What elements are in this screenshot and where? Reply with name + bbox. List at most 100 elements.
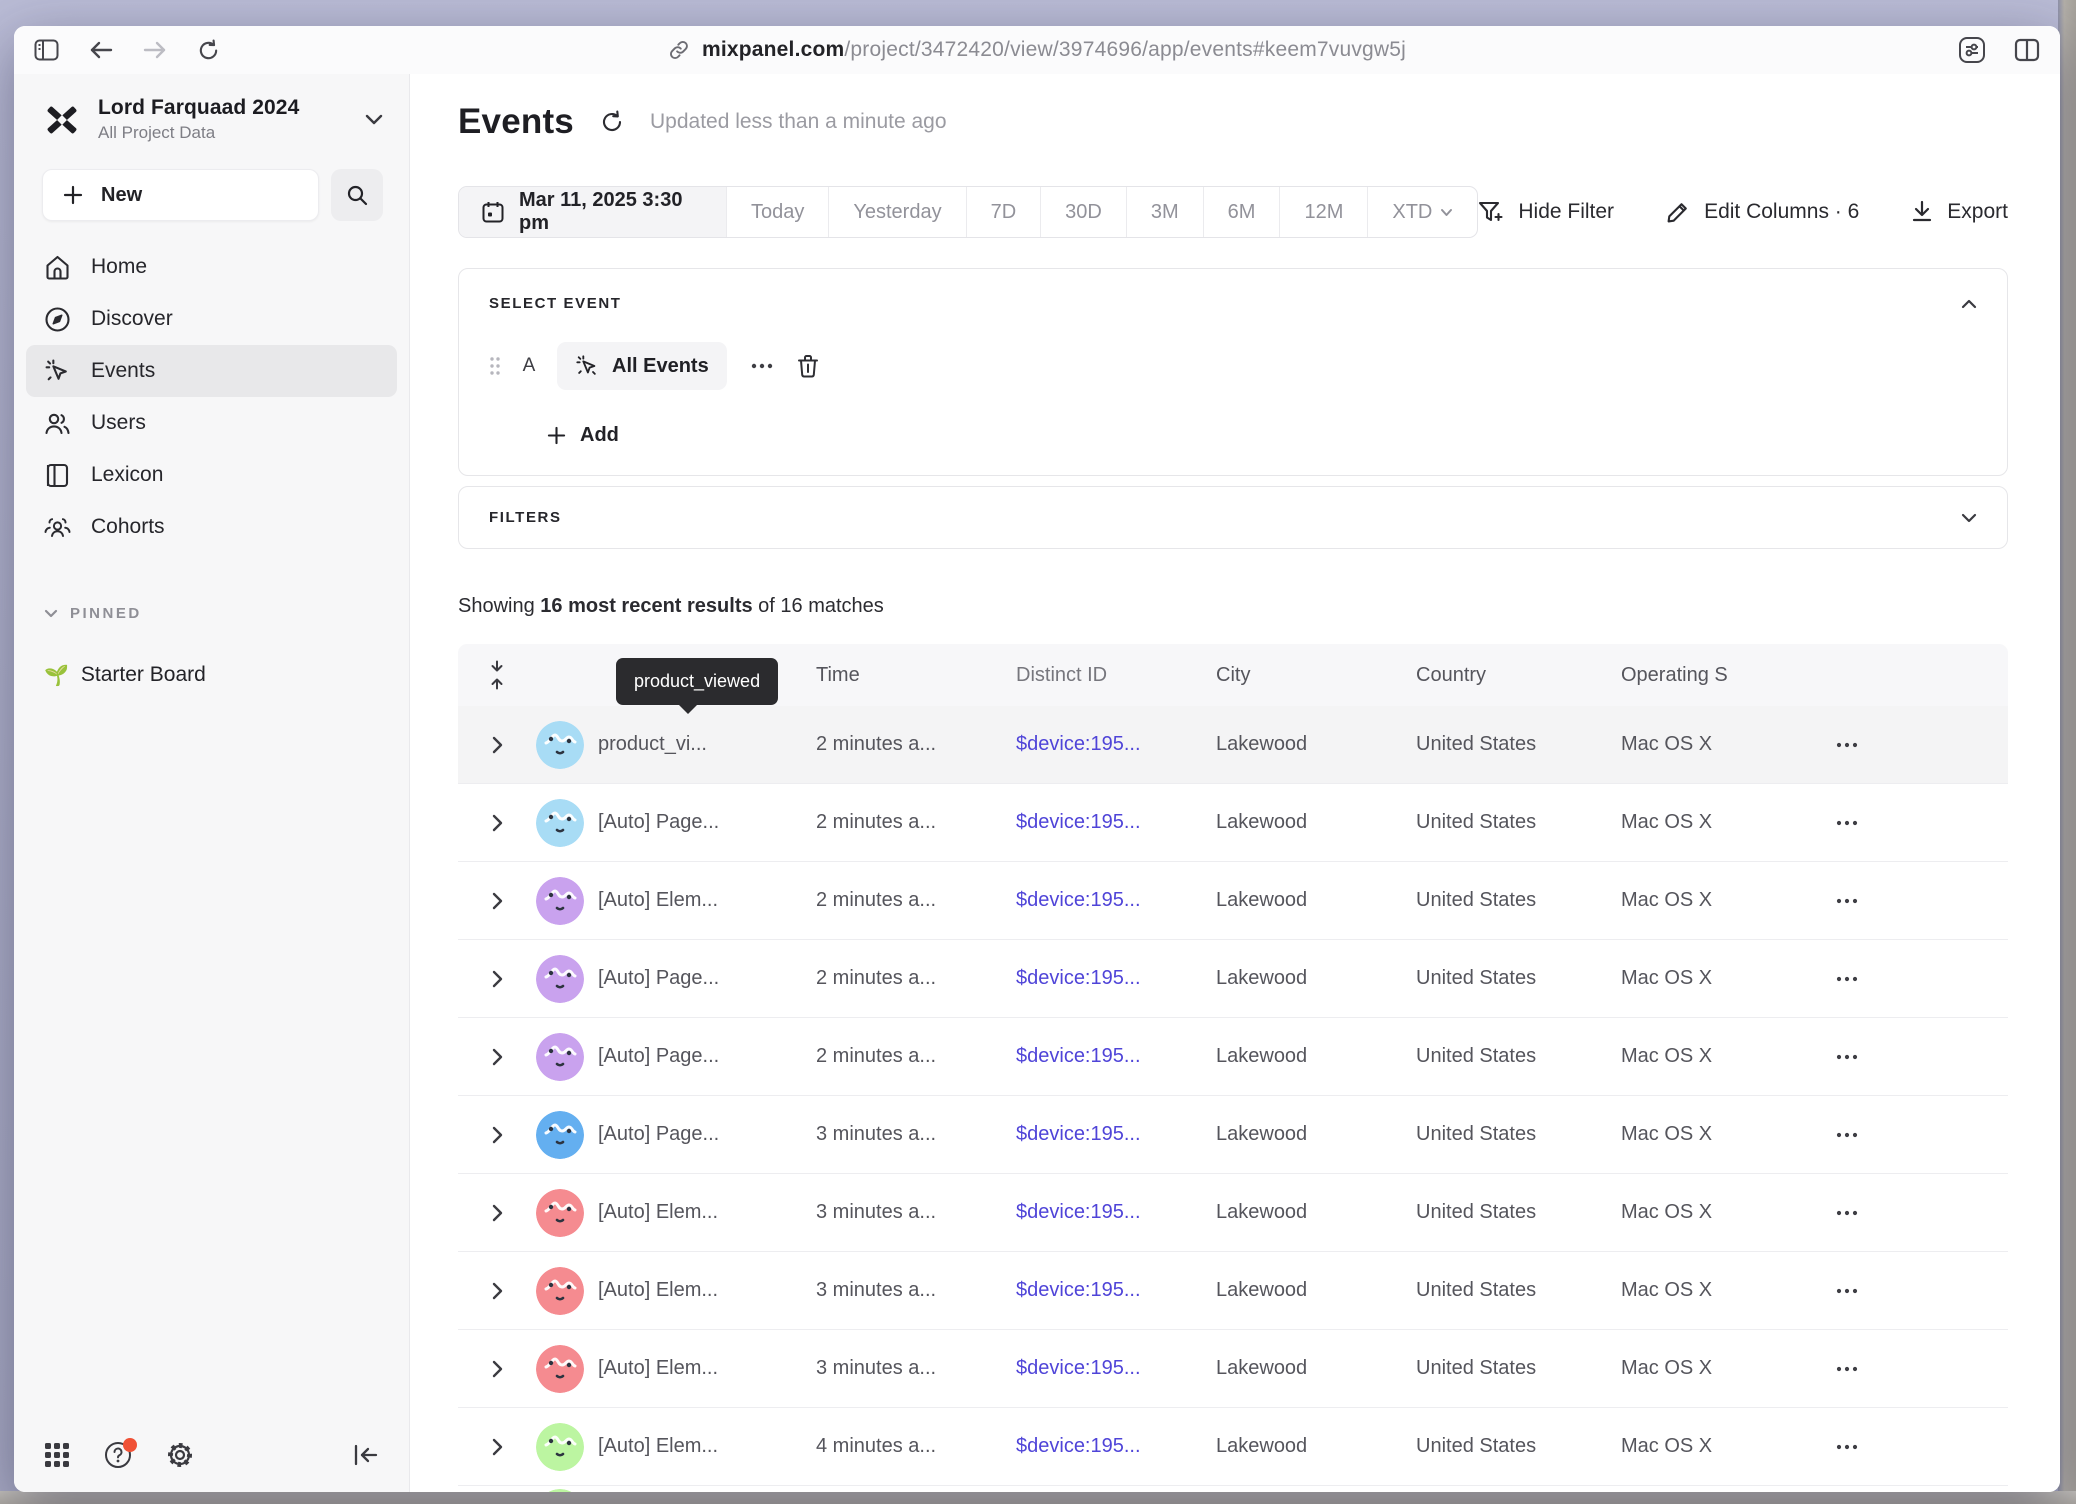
export-button[interactable]: Export: [1911, 200, 2008, 224]
event-name-cell: [Auto] Page...: [598, 1123, 816, 1146]
date-preset-3m[interactable]: 3M: [1126, 187, 1203, 237]
date-preset-6m[interactable]: 6M: [1203, 187, 1280, 237]
country-cell: United States: [1416, 811, 1621, 834]
row-expand-chevron-icon[interactable]: [492, 1204, 503, 1222]
refresh-icon[interactable]: [600, 110, 624, 134]
distinct-id-link[interactable]: $device:195...: [1016, 889, 1141, 911]
table-row[interactable]: [Auto] Elem...3 minutes a...$device:195.…: [458, 1252, 2008, 1330]
table-row[interactable]: [Auto] Elem...3 minutes a...$device:195.…: [458, 1330, 2008, 1408]
date-preset-30d[interactable]: 30D: [1040, 187, 1126, 237]
settings-gear-icon[interactable]: [166, 1441, 194, 1469]
apps-grid-icon[interactable]: [44, 1442, 70, 1468]
row-menu-icon[interactable]: [1836, 976, 1858, 982]
row-expand-chevron-icon[interactable]: [492, 1360, 503, 1378]
row-menu-icon[interactable]: [1836, 898, 1858, 904]
page-settings-icon[interactable]: [1958, 36, 1986, 64]
trash-icon[interactable]: [797, 354, 819, 378]
row-expand-chevron-icon[interactable]: [492, 1126, 503, 1144]
pinned-item-starter-board[interactable]: 🌱Starter Board: [26, 650, 397, 700]
table-row[interactable]: [Auto] Page...2 minutes a...$device:195.…: [458, 1018, 2008, 1096]
sidebar-item-home[interactable]: Home: [26, 241, 397, 293]
chevron-up-icon[interactable]: [1961, 299, 1977, 309]
distinct-id-link[interactable]: $device:195...: [1016, 1045, 1141, 1067]
back-icon[interactable]: [89, 40, 113, 60]
drag-handle-icon[interactable]: [489, 356, 501, 376]
new-button[interactable]: New: [42, 169, 319, 221]
hide-filter-button[interactable]: Hide Filter: [1478, 200, 1614, 224]
row-expand-chevron-icon[interactable]: [492, 736, 503, 754]
search-button[interactable]: [331, 169, 383, 221]
project-switcher[interactable]: Lord Farquaad 2024 All Project Data: [14, 88, 409, 147]
table-row[interactable]: [Auto] Page...2 minutes a...$device:195.…: [458, 784, 2008, 862]
forward-icon[interactable]: [143, 40, 167, 60]
distinct-id-link[interactable]: $device:195...: [1016, 1123, 1141, 1145]
table-row[interactable]: [Auto] Page...2 minutes a...$device:195.…: [458, 940, 2008, 1018]
sidebar-item-cohorts[interactable]: Cohorts: [26, 501, 397, 553]
table-row[interactable]: product_vi...2 minutes a...$device:195..…: [458, 706, 2008, 784]
add-event-button[interactable]: Add: [547, 424, 1977, 447]
row-expand-chevron-icon[interactable]: [492, 814, 503, 832]
split-view-icon[interactable]: [2014, 38, 2040, 62]
distinct-id-link[interactable]: $device:195...: [1016, 1201, 1141, 1223]
edit-columns-button[interactable]: Edit Columns · 6: [1666, 200, 1859, 224]
sidebar-item-label: Cohorts: [91, 515, 165, 539]
row-menu-icon[interactable]: [1836, 1288, 1858, 1294]
column-header-time[interactable]: Time: [816, 664, 1016, 687]
distinct-id-link[interactable]: $device:195...: [1016, 1357, 1141, 1379]
table-row[interactable]: [Auto] Elem...2 minutes a...$device:195.…: [458, 862, 2008, 940]
row-menu-icon[interactable]: [1836, 1444, 1858, 1450]
date-picker-button[interactable]: Mar 11, 2025 3:30 pm: [459, 187, 726, 237]
row-menu-icon[interactable]: [1836, 820, 1858, 826]
event-time-cell: 3 minutes a...: [816, 1201, 1016, 1224]
distinct-id-link[interactable]: $device:195...: [1016, 1279, 1141, 1301]
sidebar-item-users[interactable]: Users: [26, 397, 397, 449]
date-preset-today[interactable]: Today: [726, 187, 828, 237]
row-menu-icon[interactable]: [1836, 1132, 1858, 1138]
collapse-sidebar-icon[interactable]: [353, 1444, 379, 1466]
sidebar-item-events[interactable]: Events: [26, 345, 397, 397]
date-preset-7d[interactable]: 7D: [966, 187, 1041, 237]
distinct-id-link[interactable]: $device:195...: [1016, 1435, 1141, 1457]
row-expand-chevron-icon[interactable]: [492, 892, 503, 910]
row-menu-icon[interactable]: [1836, 1210, 1858, 1216]
pinned-section-header[interactable]: PINNED: [44, 605, 409, 622]
table-row[interactable]: [Auto] Elem...3 minutes a...$device:195.…: [458, 1174, 2008, 1252]
event-selector-pill[interactable]: All Events: [557, 342, 727, 390]
table-row[interactable]: [Auto] Elem...4 minutes a...$device:195.…: [458, 1408, 2008, 1486]
sidebar-item-discover[interactable]: Discover: [26, 293, 397, 345]
sidebar-toggle-icon[interactable]: [34, 39, 59, 61]
distinct-id-link[interactable]: $device:195...: [1016, 811, 1141, 833]
distinct-id-link[interactable]: $device:195...: [1016, 967, 1141, 989]
sidebar-item-lexicon[interactable]: Lexicon: [26, 449, 397, 501]
column-header-country[interactable]: Country: [1416, 664, 1621, 687]
cohorts-icon: [44, 514, 71, 541]
event-more-options-icon[interactable]: [745, 363, 779, 369]
sidebar-item-label: Events: [91, 359, 155, 383]
date-preset-12m[interactable]: 12M: [1279, 187, 1367, 237]
date-preset-xtd-dropdown[interactable]: XTD: [1367, 187, 1477, 237]
row-expand-chevron-icon[interactable]: [492, 1438, 503, 1456]
row-expand-chevron-icon[interactable]: [492, 970, 503, 988]
collapse-all-icon[interactable]: [458, 660, 536, 690]
table-row[interactable]: [Auto] Page...3 minutes a...$device:195.…: [458, 1096, 2008, 1174]
reload-icon[interactable]: [197, 39, 220, 62]
help-button[interactable]: [104, 1441, 132, 1469]
row-expand-chevron-icon[interactable]: [492, 1048, 503, 1066]
date-preset-yesterday[interactable]: Yesterday: [828, 187, 965, 237]
chevron-down-icon[interactable]: [1961, 513, 1977, 523]
row-menu-icon[interactable]: [1836, 1366, 1858, 1372]
column-header-distinct-id[interactable]: Distinct ID: [1016, 664, 1216, 687]
column-header-os[interactable]: Operating S: [1621, 664, 1836, 687]
os-cell: Mac OS X: [1621, 1045, 1836, 1068]
address-bar[interactable]: mixpanel.com/project/3472420/view/397469…: [668, 38, 1406, 62]
table-row[interactable]: [458, 1486, 2008, 1492]
column-header-city[interactable]: City: [1216, 664, 1416, 687]
row-expand-chevron-icon[interactable]: [492, 1282, 503, 1300]
pinned-label: PINNED: [70, 605, 142, 622]
row-menu-icon[interactable]: [1836, 1054, 1858, 1060]
row-menu-icon[interactable]: [1836, 742, 1858, 748]
link-icon: [668, 39, 690, 61]
event-time-cell: 3 minutes a...: [816, 1357, 1016, 1380]
distinct-id-link[interactable]: $device:195...: [1016, 733, 1141, 755]
city-cell: Lakewood: [1216, 1123, 1416, 1146]
